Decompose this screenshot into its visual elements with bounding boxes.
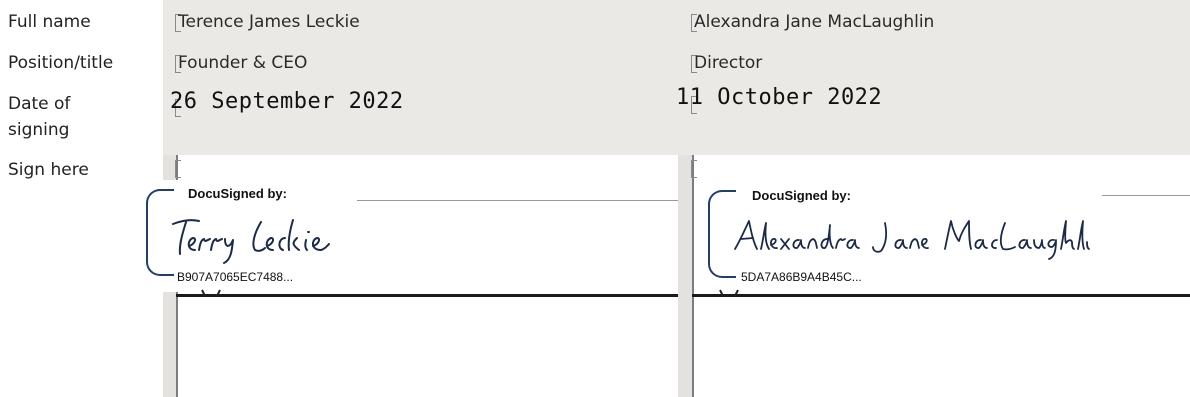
signature-image-1 xyxy=(172,219,330,264)
docusign-stamp-1: DocuSigned by: B907A7065EC7488... xyxy=(145,180,357,292)
signature-image-2 xyxy=(734,220,1090,260)
signature-baseline-1 xyxy=(176,294,678,297)
signer2-full-name[interactable]: Alexandra Jane MacLaughlin xyxy=(694,11,934,33)
signer1-date[interactable]: 26 September 2022 xyxy=(170,89,404,114)
signer2-position[interactable]: Director xyxy=(694,52,762,74)
middle-gutter xyxy=(678,155,692,397)
column-divider-right xyxy=(692,155,694,397)
docusign-stamp-2: DocuSigned by: 5DA7A86B9A4B45C... xyxy=(707,180,1102,292)
sign-here-label: Sign here xyxy=(8,160,89,180)
signer2-date[interactable]: 11 October 2022 xyxy=(676,85,882,110)
docusign-header: DocuSigned by: xyxy=(750,188,853,203)
field-remnant-mark xyxy=(200,284,224,297)
docusign-envelope-id: B907A7065EC7488... xyxy=(175,270,296,284)
position-title-label: Position/title xyxy=(8,53,114,73)
signature-guide-line-2 xyxy=(1102,195,1190,196)
full-name-label: Full name xyxy=(8,12,91,32)
docusign-bracket xyxy=(708,190,736,278)
docusign-envelope-id: 5DA7A86B9A4B45C... xyxy=(739,270,864,284)
date-of-signing-label-line2: signing xyxy=(8,120,70,140)
field-marker xyxy=(175,160,181,178)
field-remnant-mark xyxy=(718,284,742,297)
signer1-full-name[interactable]: Terence James Leckie xyxy=(178,11,360,33)
field-marker xyxy=(691,160,697,178)
signature-baseline-2 xyxy=(692,294,1190,297)
signature-guide-line-1 xyxy=(356,200,678,201)
date-of-signing-label-line1: Date of xyxy=(8,94,71,114)
signer1-position[interactable]: Founder & CEO xyxy=(178,52,307,74)
docusign-header: DocuSigned by: xyxy=(186,186,289,201)
